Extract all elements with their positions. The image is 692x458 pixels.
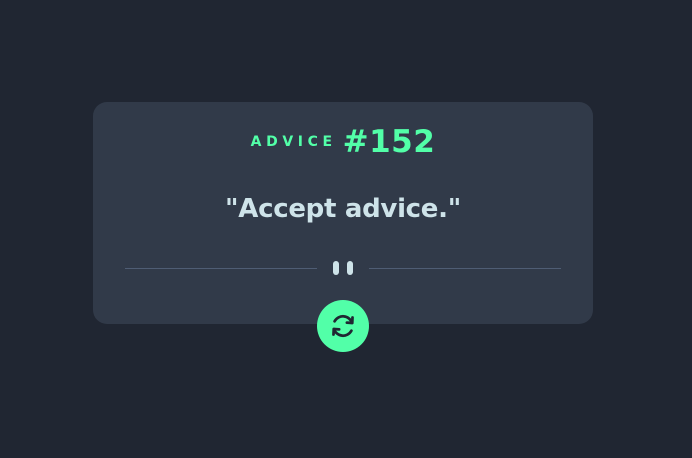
pattern-divider — [125, 260, 561, 276]
advice-heading: ADVICE #152 — [93, 124, 593, 160]
page: ADVICE #152 "Accept advice." — [0, 0, 692, 458]
advice-number: #152 — [342, 124, 436, 160]
divider-line-left — [125, 268, 317, 269]
divider-line-right — [369, 268, 561, 269]
new-advice-button[interactable] — [317, 300, 369, 352]
advice-card: ADVICE #152 "Accept advice." — [93, 102, 593, 324]
pause-icon — [333, 260, 353, 276]
refresh-icon — [332, 314, 354, 338]
advice-label: ADVICE — [250, 134, 337, 150]
advice-quote: "Accept advice." — [225, 194, 461, 224]
pause-bar-right — [347, 261, 353, 275]
pause-bar-left — [333, 261, 339, 275]
